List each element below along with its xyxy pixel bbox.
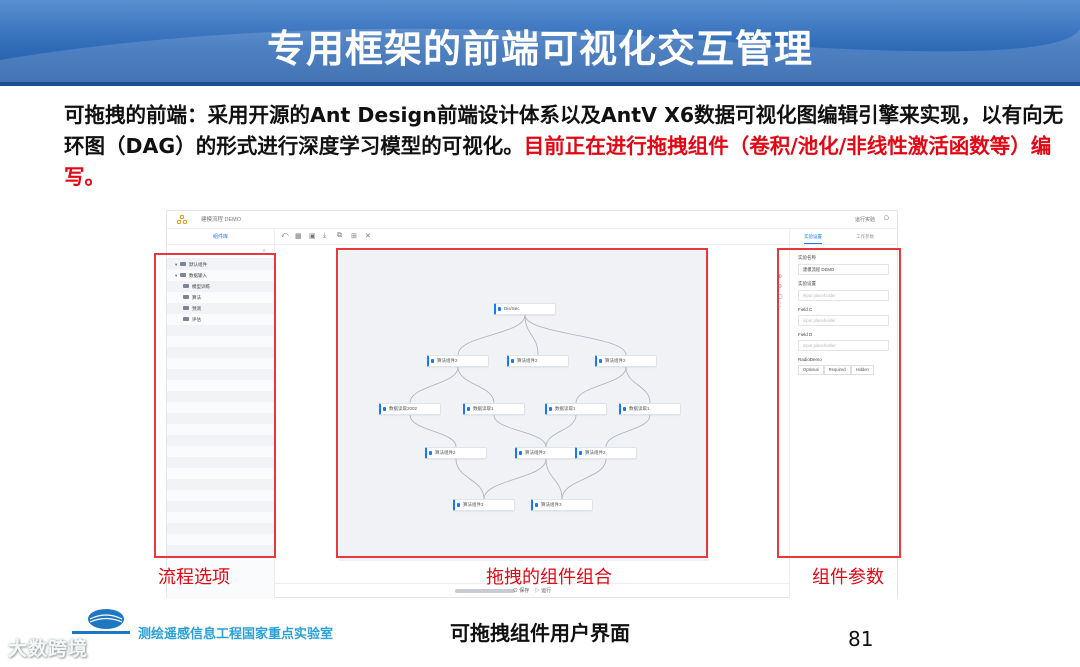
app-logo-icon: [177, 215, 187, 225]
copy-icon[interactable]: ⧉: [337, 232, 342, 240]
slide-title: 专用框架的前端可视化交互管理: [266, 27, 813, 71]
slide-header: 专用框架的前端可视化交互管理: [0, 0, 1080, 86]
delete-icon[interactable]: ✕: [365, 232, 371, 240]
project-name: 建模流程 DEMO: [201, 217, 242, 223]
params-highlight: [777, 248, 901, 558]
components-label: 拖拽的组件组合: [486, 567, 612, 588]
flow-options-highlight: [154, 253, 276, 558]
canvas-toolbar: ⤺ ▦ ▣ ⤓ ⧉ ⊞ ✕: [275, 229, 789, 245]
params-label: 组件参数: [812, 567, 884, 588]
page-number: 81: [848, 627, 874, 651]
grid-icon[interactable]: ▦: [295, 232, 302, 240]
params-tabs: 实验设置 工作参数: [790, 229, 897, 245]
watermark-text: 大数跨境: [8, 638, 89, 660]
flow-options-label: 流程选项: [158, 567, 230, 588]
layout-icon[interactable]: ⊞: [351, 232, 357, 240]
tab-experiment-settings[interactable]: 实验设置: [804, 234, 822, 244]
figure-caption: 可拖拽组件用户界面: [450, 621, 630, 645]
undo-icon[interactable]: ⤺: [281, 232, 288, 240]
component-library-tab[interactable]: 组件库: [167, 229, 274, 245]
user-icon[interactable]: ⎔: [884, 215, 889, 222]
run-experiment-link[interactable]: 运行实验: [855, 216, 875, 223]
tab-work-params[interactable]: 工作参数: [856, 234, 874, 240]
app-topbar: 建模流程 DEMO 运行实验 ⎔: [167, 211, 897, 229]
description-paragraph: 可拖拽的前端：采用开源的Ant Design前端设计体系以及AntV X6数据可…: [64, 100, 1064, 193]
download-icon[interactable]: ⤓: [323, 232, 326, 240]
save-icon[interactable]: ▣: [309, 232, 316, 240]
components-highlight: [336, 248, 708, 558]
